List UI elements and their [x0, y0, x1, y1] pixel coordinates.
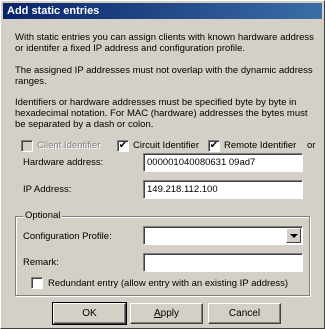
- client-identifier-checkbox[interactable]: [21, 140, 33, 152]
- intro-paragraph-1: With static entries you can assign clien…: [15, 32, 314, 54]
- remark-label: Remark:: [23, 257, 59, 268]
- client-identifier-label: Client Identifier: [37, 140, 101, 151]
- check-mark-icon: ✔: [209, 140, 219, 151]
- circuit-identifier-label: Circuit Identifier: [133, 140, 199, 151]
- ip-address-label: IP Address:: [23, 184, 72, 195]
- redundant-entry-checkbox[interactable]: [31, 277, 43, 289]
- intro-paragraph-3: Identifiers or hardware addresses must b…: [15, 97, 308, 130]
- remark-input[interactable]: [143, 253, 303, 272]
- ok-button[interactable]: OK: [52, 302, 127, 325]
- apply-button[interactable]: Apply: [130, 303, 203, 324]
- chevron-down-icon[interactable]: [286, 228, 301, 243]
- circuit-identifier-checkbox[interactable]: ✔: [117, 140, 129, 152]
- intro-paragraph-2: The assigned IP addresses must not overl…: [15, 65, 313, 87]
- redundant-entry-label: Redundant entry (allow entry with an exi…: [48, 278, 289, 289]
- remote-identifier-checkbox[interactable]: ✔: [208, 140, 220, 152]
- hardware-address-input[interactable]: 000001040080631 09ad7: [143, 153, 303, 172]
- configuration-profile-label: Configuration Profile:: [23, 231, 112, 242]
- dialog-title: Add static entries: [3, 3, 322, 19]
- configuration-profile-select[interactable]: [143, 226, 303, 245]
- or-label: or: [307, 140, 316, 151]
- remote-identifier-label: Remote Identifier: [224, 140, 297, 151]
- ip-address-input[interactable]: 149.218.112.100: [143, 180, 303, 199]
- cancel-button[interactable]: Cancel: [208, 303, 281, 324]
- identifier-options-row: Client Identifier ✔ Circuit Identifier ✔…: [21, 139, 321, 153]
- optional-group-legend: Optional: [23, 210, 63, 222]
- hardware-address-label: Hardware address:: [23, 157, 104, 168]
- check-mark-icon: ✔: [118, 140, 128, 151]
- add-static-entries-dialog: Add static entries With static entries y…: [0, 0, 325, 329]
